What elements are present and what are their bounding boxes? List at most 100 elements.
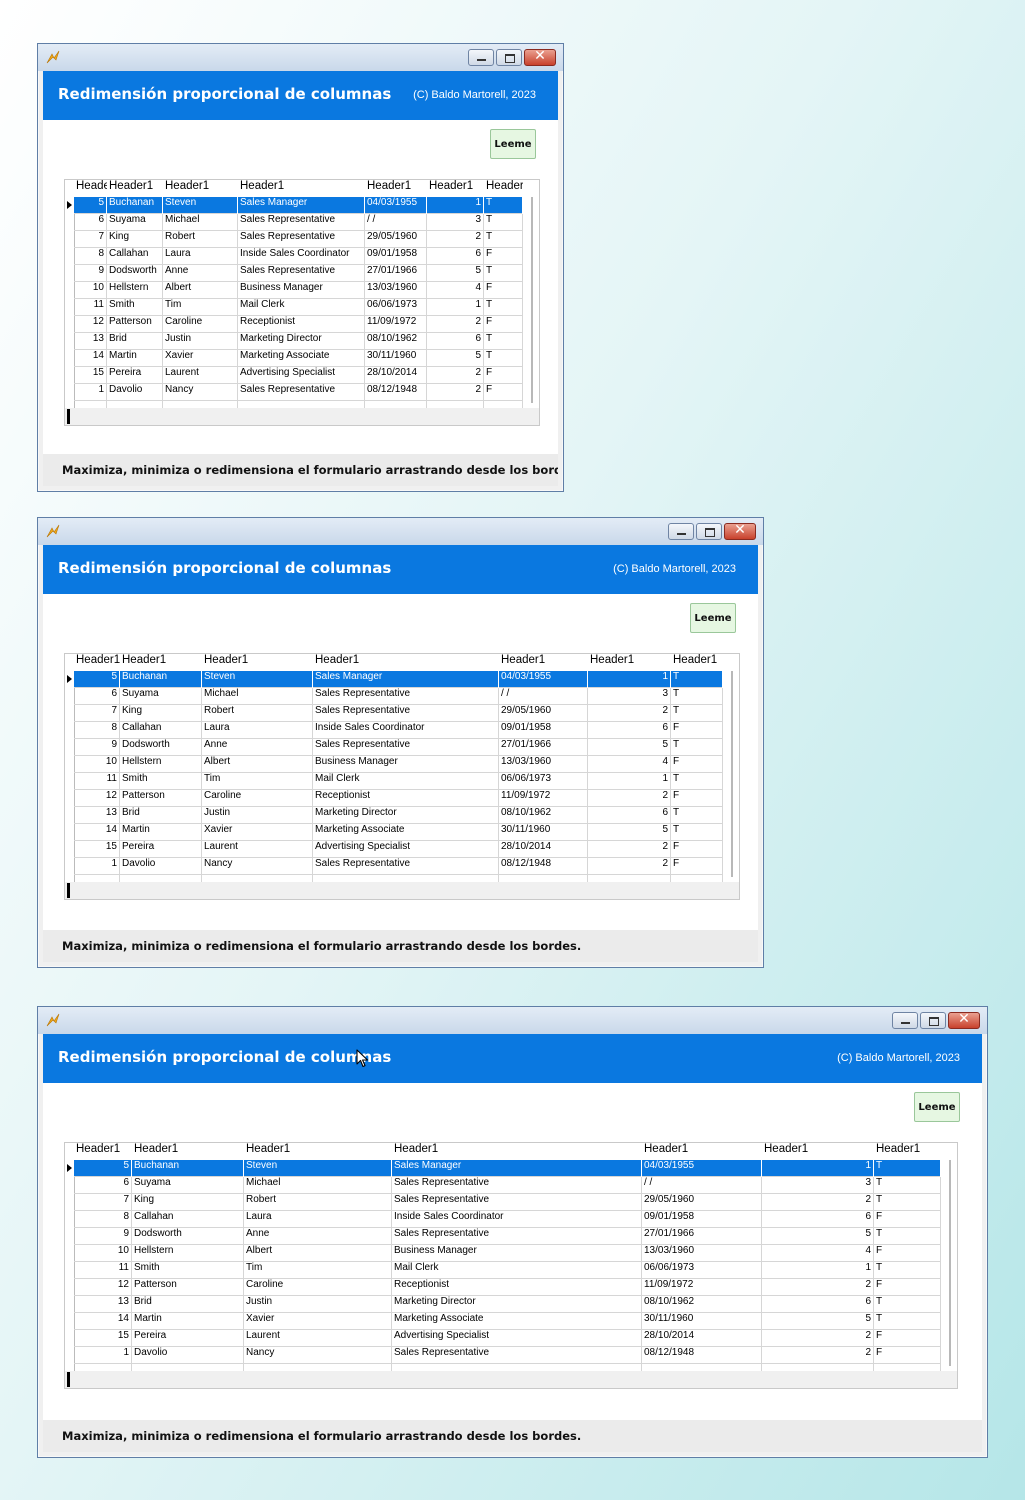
column-header[interactable]: Header1 [120, 654, 202, 671]
data-grid[interactable]: Header1Header1Header1Header1Header1Heade… [64, 179, 540, 426]
column-header[interactable]: Header1 [244, 1143, 392, 1160]
table-cell: Patterson [107, 316, 163, 333]
column-header[interactable]: Header1 [202, 654, 313, 671]
column-header[interactable]: Header1 [163, 180, 238, 197]
table-row[interactable]: 6 Suyama Michael Sales Representative / /3 T [74, 688, 723, 705]
table-cell: T [874, 1194, 941, 1211]
table-cell: 3 [588, 688, 671, 705]
table-cell: F [874, 1347, 941, 1364]
scrollbar-thumb[interactable] [67, 1372, 70, 1387]
table-row[interactable]: 7 King Robert Sales Representative 29/05/196… [74, 1194, 941, 1211]
table-row[interactable]: 6 Suyama Michael Sales Representative / /3 T [74, 214, 523, 231]
table-cell [427, 401, 484, 408]
table-row[interactable]: 7 King Robert Sales Representative 29/05/196… [74, 231, 523, 248]
readme-button[interactable]: Leeme [690, 603, 736, 633]
column-header[interactable]: Header1 [427, 180, 484, 197]
table-row[interactable]: 6 Suyama Michael Sales Representative / /3 T [74, 1177, 941, 1194]
table-cell [642, 1364, 762, 1371]
close-button[interactable]: ✕ [724, 522, 756, 540]
close-button[interactable]: ✕ [524, 48, 556, 66]
column-header[interactable]: Header1 [484, 180, 523, 197]
table-row[interactable] [74, 875, 723, 882]
maximize-button[interactable] [496, 49, 522, 66]
table-row[interactable]: 14 Martin Xavier Marketing Associate 30/11/1… [74, 1313, 941, 1330]
table-row[interactable]: 13 Brid Justin Marketing Director 08/10/1962… [74, 333, 523, 350]
table-row[interactable]: 1 Davolio Nancy Sales Representative 08/12/1… [74, 858, 723, 875]
table-row[interactable]: 15 Pereira Laurent Advertising Specialist 28… [74, 1330, 941, 1347]
column-header[interactable]: Header1 [671, 654, 723, 671]
table-row[interactable] [74, 1364, 941, 1371]
table-row[interactable]: 8 Callahan Laura Inside Sales Coordinator 09… [74, 722, 723, 739]
table-row[interactable]: 8 Callahan Laura Inside Sales Coordinator 09… [74, 248, 523, 265]
table-row[interactable]: 11 Smith Tim Mail Clerk 06/06/1973 1 T [74, 299, 523, 316]
column-header[interactable]: Header1 [762, 1143, 874, 1160]
readme-button[interactable]: Leeme [490, 129, 536, 159]
data-grid[interactable]: Header1Header1Header1Header1Header1Heade… [64, 653, 740, 900]
horizontal-scrollbar[interactable] [65, 408, 539, 425]
minimize-button[interactable] [668, 523, 694, 540]
minimize-button[interactable] [892, 1012, 918, 1029]
table-row[interactable]: 9 Dodsworth Anne Sales Representative 27/01/… [74, 1228, 941, 1245]
column-header[interactable]: Header1 [588, 654, 671, 671]
close-button[interactable]: ✕ [948, 1011, 980, 1029]
table-row[interactable]: 9 Dodsworth Anne Sales Representative 27/01/… [74, 265, 523, 282]
table-row[interactable]: 13 Brid Justin Marketing Director 08/10/1962… [74, 1296, 941, 1313]
table-row[interactable]: 15 Pereira Laurent Advertising Specialist 28… [74, 841, 723, 858]
readme-button[interactable]: Leeme [914, 1092, 960, 1122]
title-bar[interactable]: ✕ [38, 518, 763, 545]
table-row[interactable]: 11 Smith Tim Mail Clerk 06/06/1973 1 T [74, 1262, 941, 1279]
table-cell: Callahan [107, 248, 163, 265]
table-row[interactable]: 5 Buchanan Steven Sales Manager 04/03/1955 1 T [74, 197, 523, 214]
column-header[interactable]: Header1 [365, 180, 427, 197]
table-row[interactable]: 5 Buchanan Steven Sales Manager 04/03/1955 1 T [74, 1160, 941, 1177]
vertical-scrollbar[interactable] [531, 197, 533, 403]
table-row[interactable] [74, 401, 523, 408]
column-header[interactable]: Header1 [874, 1143, 941, 1160]
column-header[interactable]: Header1 [499, 654, 588, 671]
footer-hint: Maximiza, minimiza o redimensiona el for… [62, 463, 558, 477]
column-header[interactable]: Header1 [107, 180, 163, 197]
vertical-scrollbar[interactable] [949, 1160, 951, 1366]
column-header[interactable]: Header1 [313, 654, 499, 671]
table-row[interactable]: 10 Hellstern Albert Business Manager 13/03/1… [74, 282, 523, 299]
table-row[interactable]: 13 Brid Justin Marketing Director 08/10/1962… [74, 807, 723, 824]
table-row[interactable]: 7 King Robert Sales Representative 29/05/196… [74, 705, 723, 722]
column-header[interactable]: Header1 [238, 180, 365, 197]
column-header[interactable]: Header1 [392, 1143, 642, 1160]
table-cell: T [671, 688, 723, 705]
table-cell: 8 [74, 1211, 132, 1228]
table-row[interactable]: 5 Buchanan Steven Sales Manager 04/03/1955 1 T [74, 671, 723, 688]
table-row[interactable]: 11 Smith Tim Mail Clerk 06/06/1973 1 T [74, 773, 723, 790]
table-cell: Pereira [107, 367, 163, 384]
table-row[interactable]: 12 Patterson Caroline Receptionist 11/09/197… [74, 1279, 941, 1296]
table-row[interactable]: 14 Martin Xavier Marketing Associate 30/11/1… [74, 350, 523, 367]
maximize-button[interactable] [696, 523, 722, 540]
table-row[interactable]: 14 Martin Xavier Marketing Associate 30/11/1… [74, 824, 723, 841]
table-row[interactable]: 9 Dodsworth Anne Sales Representative 27/01/… [74, 739, 723, 756]
column-header[interactable]: Header1 [132, 1143, 244, 1160]
title-bar[interactable]: ✕ [38, 1007, 987, 1034]
horizontal-scrollbar[interactable] [65, 1371, 957, 1388]
scrollbar-thumb[interactable] [67, 883, 70, 898]
table-row[interactable]: 1 Davolio Nancy Sales Representative 08/12/1… [74, 1347, 941, 1364]
title-bar[interactable]: ✕ [38, 44, 563, 71]
table-row[interactable]: 12 Patterson Caroline Receptionist 11/09/197… [74, 790, 723, 807]
horizontal-scrollbar[interactable] [65, 882, 739, 899]
table-row[interactable]: 15 Pereira Laurent Advertising Specialist 28… [74, 367, 523, 384]
maximize-button[interactable] [920, 1012, 946, 1029]
column-header[interactable]: Header1 [74, 654, 120, 671]
table-cell: 04/03/1955 [499, 671, 588, 688]
table-row[interactable]: 10 Hellstern Albert Business Manager 13/03/1… [74, 756, 723, 773]
column-header[interactable]: Header1 [642, 1143, 762, 1160]
scrollbar-thumb[interactable] [67, 409, 70, 424]
table-row[interactable]: 1 Davolio Nancy Sales Representative 08/12/1… [74, 384, 523, 401]
table-row[interactable]: 10 Hellstern Albert Business Manager 13/03/1… [74, 1245, 941, 1262]
minimize-button[interactable] [468, 49, 494, 66]
table-row[interactable]: 8 Callahan Laura Inside Sales Coordinator 09… [74, 1211, 941, 1228]
column-header[interactable]: Header1 [74, 180, 107, 197]
column-header[interactable]: Header1 [74, 1143, 132, 1160]
vertical-scrollbar[interactable] [731, 671, 733, 877]
form-window: ✕ Redimensión proporcional de columnas (C)… [37, 1006, 988, 1458]
table-row[interactable]: 12 Patterson Caroline Receptionist 11/09/197… [74, 316, 523, 333]
data-grid[interactable]: Header1Header1Header1Header1Header1Heade… [64, 1142, 958, 1389]
